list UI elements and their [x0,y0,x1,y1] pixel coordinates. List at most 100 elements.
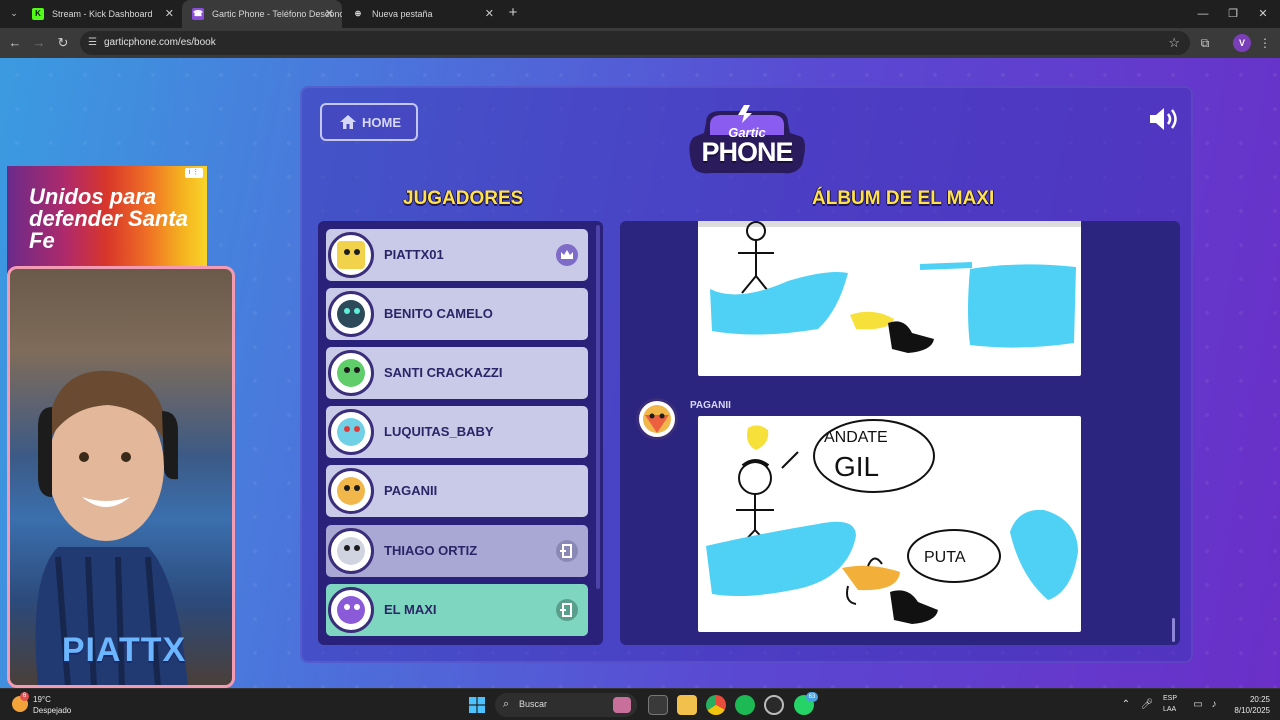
site-info-icon[interactable]: ☰ [88,37,100,49]
bookmark-star-icon[interactable]: ☆ [1168,31,1180,55]
windows-taskbar: 6 19°C Despejado ⌕ Buscar 63 ⌃ 🎤︎ ESP LA… [0,688,1280,720]
tab-kick-dashboard[interactable]: K Stream - Kick Dashboard ✕ [22,0,182,28]
browser-toolbar: ← → ↻ ☰ garticphone.com/es/book ☆ ⧉ V ⋮ [0,28,1280,58]
url-text[interactable]: garticphone.com/es/book [104,31,216,55]
album-scrollbar[interactable] [1172,618,1175,642]
speaker-volume-icon[interactable] [1148,106,1182,132]
ad-info-icon[interactable]: i ⋮ [185,168,203,178]
whatsapp-badge: 63 [806,692,818,702]
close-tab-icon[interactable]: ✕ [485,0,494,28]
network-icon[interactable]: ▭ [1190,697,1206,713]
tab-title: Nueva pestaña [372,9,433,19]
weather-temperature[interactable]: 19°C [33,695,51,704]
ad-headline: Unidos para defender Santa Fe [29,184,188,253]
players-title: JUGADORES [403,188,524,209]
kick-favicon-icon: K [32,8,44,20]
player-card-thiago-ortiz: THIAGO ORTIZ [326,525,588,577]
home-icon [340,115,356,129]
chrome-favicon-icon: ⊕ [354,9,362,18]
weather-notification-badge: 6 [20,692,29,701]
drawing-text-andate: ANDATE [824,429,888,446]
player-name: BENITO CAMELO [384,306,493,321]
tab-title: Gartic Phone - Teléfono Desconocido [212,9,342,19]
players-scrollbar[interactable] [596,225,600,589]
player-card-luquitas-baby: LUQUITAS_BABY [326,406,588,458]
gartic-phone-logo: Gartic PHONE [686,103,808,179]
chrome-icon[interactable] [706,695,726,715]
crown-icon [556,244,578,266]
browser-tab-bar: ⌄ K Stream - Kick Dashboard ✕ ☎ Gartic P… [0,0,1280,28]
close-tab-icon[interactable]: ✕ [325,0,334,28]
player-card-piattx01: PIATTX01 [326,229,588,281]
player-card-santi-crackazzi: SANTI CRACKAZZI [326,347,588,399]
player-avatar [328,350,374,396]
streamer-name-label: PIATTX [61,631,187,669]
window-close-icon[interactable]: ✕ [1248,0,1278,28]
reload-icon[interactable]: ↻ [54,34,72,52]
address-bar[interactable]: ☰ garticphone.com/es/book ☆ [80,31,1190,55]
player-card-el-maxi: EL MAXI [326,584,588,636]
drawing-text-puta: PUTA [924,549,966,566]
player-avatar [328,409,374,455]
player-avatar [328,528,374,574]
player-name: SANTI CRACKAZZI [384,365,503,380]
exit-door-icon [556,599,578,621]
taskbar-search[interactable]: ⌕ Buscar [495,693,637,717]
logo-word-phone: PHONE [701,137,793,167]
exit-door-icon [556,540,578,562]
windows-start-icon[interactable] [469,697,485,713]
player-name: PIATTX01 [384,247,444,262]
player-avatar [328,468,374,514]
spotify-icon[interactable] [735,695,755,715]
extensions-icon[interactable]: ⧉ [1196,34,1214,52]
new-tab-plus-icon[interactable]: + [504,4,522,22]
file-explorer-icon[interactable] [677,695,697,715]
weather-condition[interactable]: Despejado [33,706,71,715]
gartic-page: HOME Gartic PHONE JUGADORES ÁLBUM DE EL … [0,58,1280,688]
profile-avatar[interactable]: V [1233,34,1251,52]
player-name: EL MAXI [384,602,437,617]
author-avatar [636,398,678,440]
search-highlight-icon [613,697,631,713]
drawing-card-2: ANDATE GIL PUTA [698,416,1081,632]
player-card-paganii: PAGANII [326,465,588,517]
search-label: Buscar [519,699,548,709]
tab-title: Stream - Kick Dashboard [52,9,153,19]
keyboard-layout-indicator[interactable]: LAA [1163,706,1176,713]
microphone-icon[interactable]: 🎤︎ [1139,697,1155,713]
player-name: PAGANII [384,483,438,498]
close-tab-icon[interactable]: ✕ [165,0,174,28]
back-arrow-icon[interactable]: ← [6,34,24,52]
player-avatar [328,232,374,278]
volume-icon[interactable]: ♪ [1206,697,1222,713]
album-author-name: PAGANII [690,400,731,411]
player-avatar [328,291,374,337]
ad-banner[interactable]: i ⋮ Unidos para defender Santa Fe [7,166,207,274]
drawing-card-1 [698,221,1081,376]
player-card-benito-camelo: BENITO CAMELO [326,288,588,340]
search-icon: ⌕ [503,698,510,710]
clock-time[interactable]: 20:25 [1240,695,1270,704]
obs-icon[interactable] [764,695,784,715]
player-name: THIAGO ORTIZ [384,543,478,558]
forward-arrow-icon[interactable]: → [30,34,48,52]
task-view-icon[interactable] [648,695,668,715]
tab-new-tab[interactable]: ⊕ Nueva pestaña ✕ [342,0,502,28]
home-button-label: HOME [362,115,401,130]
restore-icon[interactable]: ❐ [1218,0,1248,28]
webcam-overlay: PIATTX [7,266,235,688]
gartic-favicon-icon: ☎ [192,8,204,20]
menu-kebab-icon[interactable]: ⋮ [1256,34,1274,52]
player-avatar [328,587,374,633]
album-title: ÁLBUM DE EL MAXI [812,188,995,209]
tab-gartic-phone[interactable]: ☎ Gartic Phone - Teléfono Desconocido ✕ [182,0,342,28]
whatsapp-icon[interactable]: 63 [794,692,818,715]
tray-chevron-up-icon[interactable]: ⌃ [1118,697,1134,713]
player-name: LUQUITAS_BABY [384,424,494,439]
home-button[interactable]: HOME [320,103,418,141]
clock-date[interactable]: 8/10/2025 [1226,706,1270,715]
language-indicator[interactable]: ESP [1163,695,1177,702]
drawing-text-gil: GIL [834,451,879,482]
tab-search-icon[interactable]: ⌄ [6,5,22,21]
minimize-icon[interactable]: — [1188,0,1218,28]
